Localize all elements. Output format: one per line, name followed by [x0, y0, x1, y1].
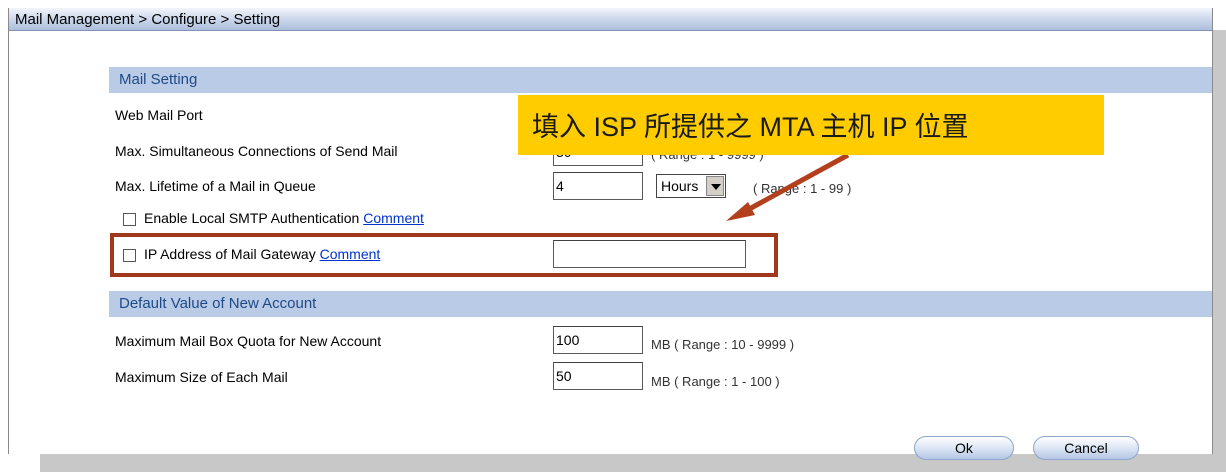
arrow-line	[740, 152, 850, 216]
callout-box: 填入 ISP 所提供之 MTA 主机 IP 位置	[518, 95, 1104, 155]
callout-text: 填入 ISP 所提供之 MTA 主机 IP 位置	[532, 112, 969, 142]
arrow-head	[726, 202, 755, 221]
callout-arrow	[726, 152, 850, 221]
